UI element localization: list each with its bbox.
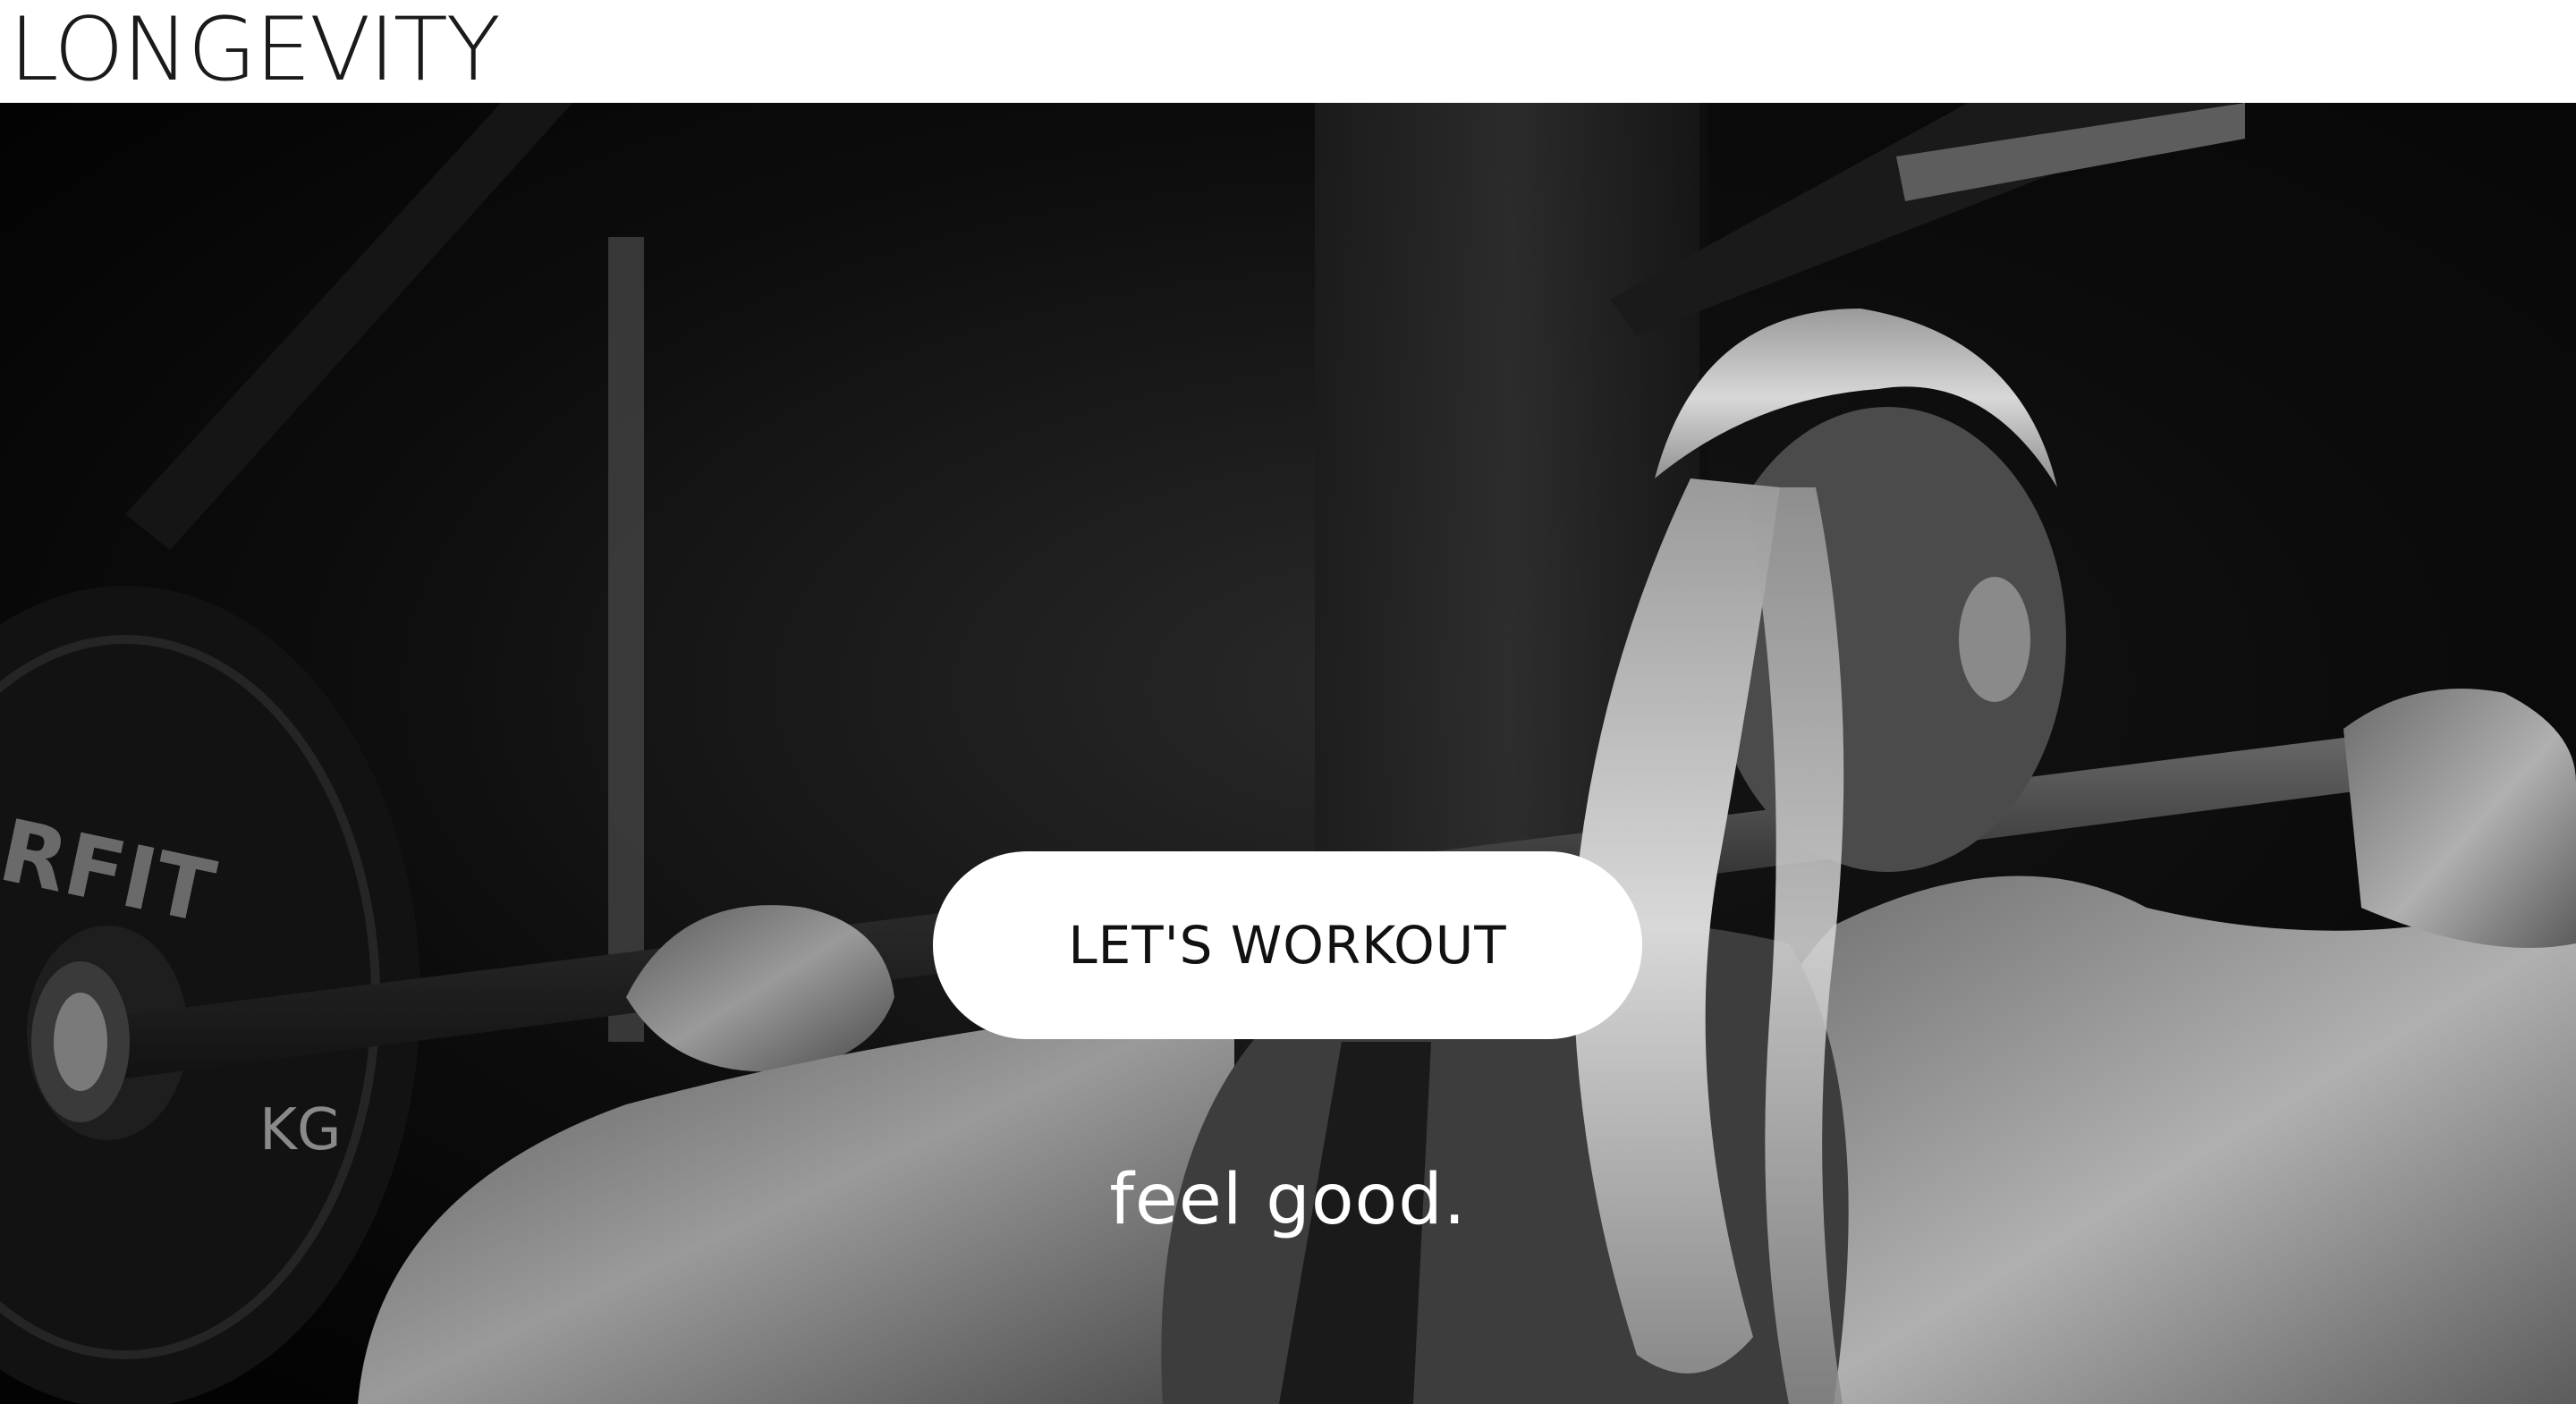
hero-tagline: feel good. [1109, 1160, 1467, 1240]
lets-workout-button[interactable]: LET'S WORKOUT [933, 851, 1642, 1039]
plate-kg-text: KG [259, 1097, 342, 1163]
site-header: LONGEVITY [0, 0, 2576, 103]
hero-section: RFIT KG LET'S WORKOUT feel good. [0, 103, 2576, 1404]
brand-logo[interactable]: LONGEVITY [9, 4, 501, 97]
lets-workout-label: LET'S WORKOUT [1068, 915, 1507, 976]
